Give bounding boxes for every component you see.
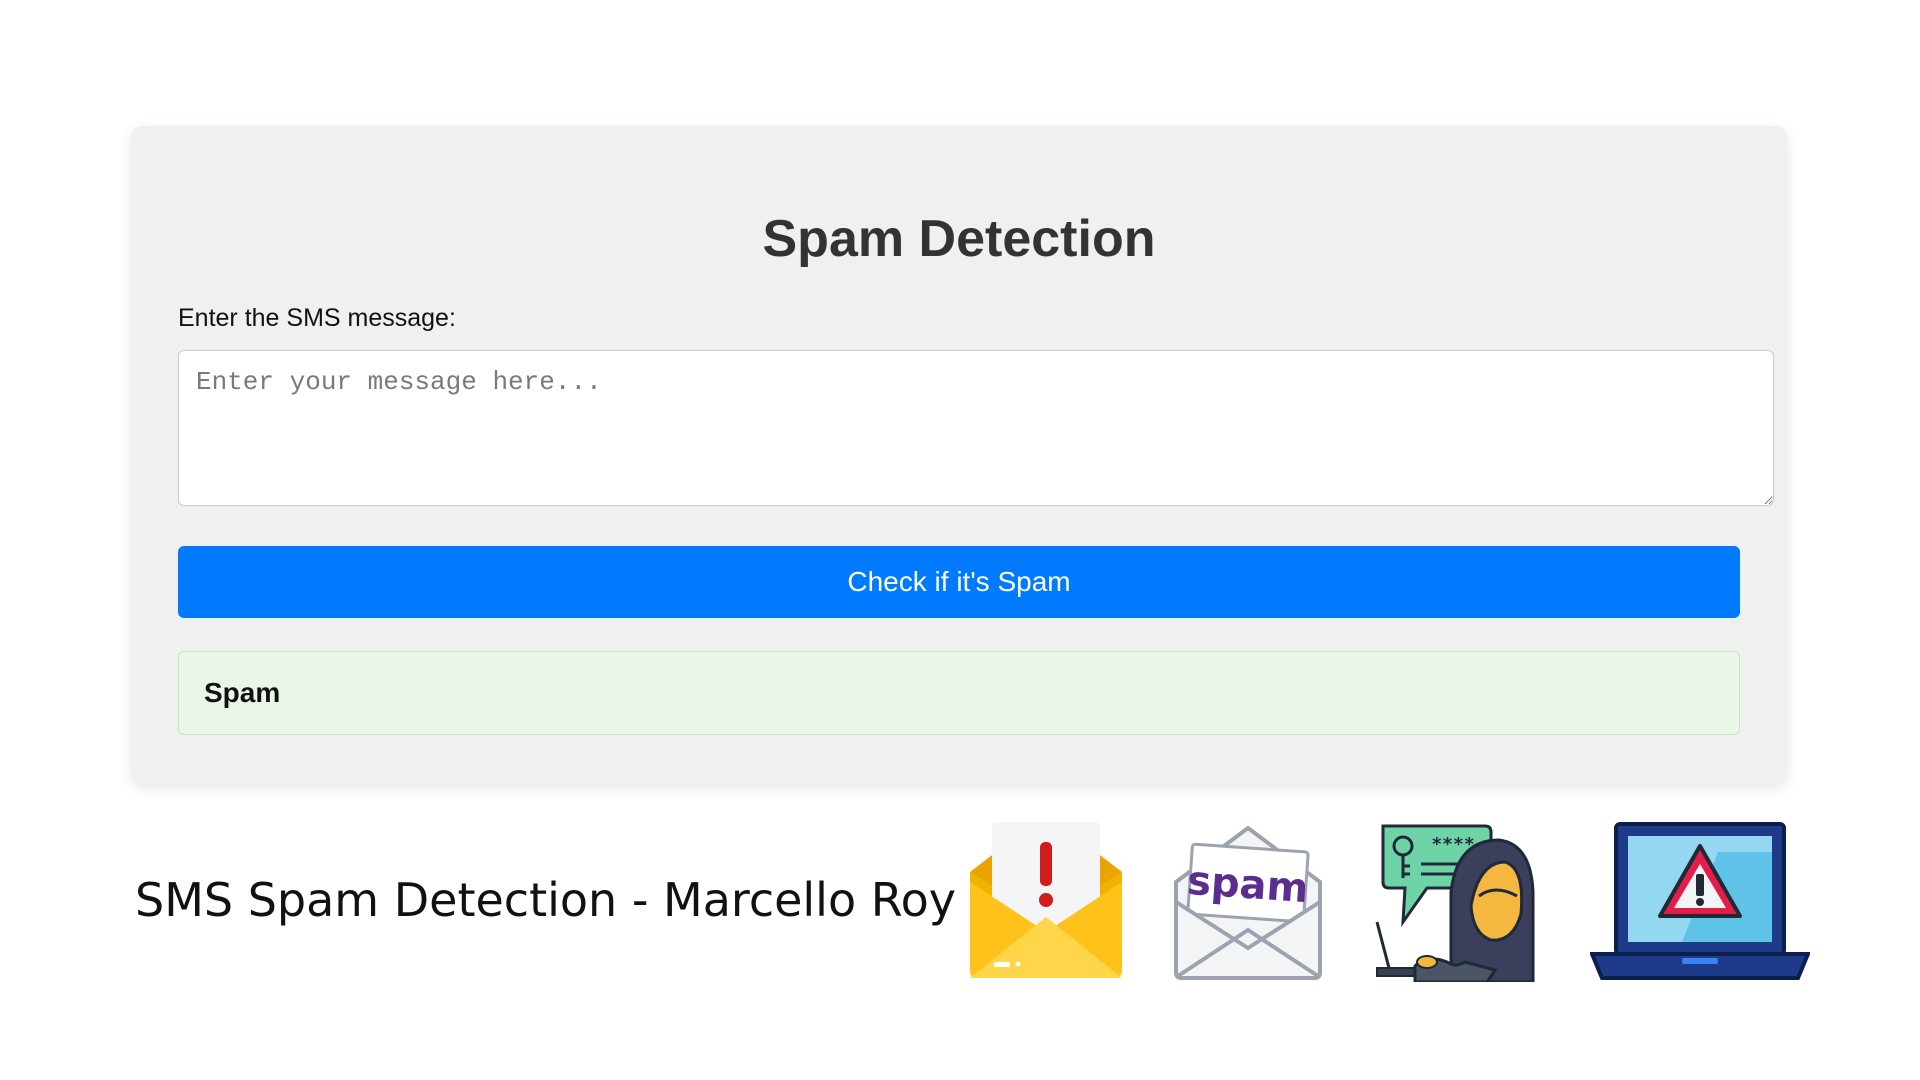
caption-text: SMS Spam Detection - Marcello Roy	[135, 873, 956, 927]
sms-message-label: Enter the SMS message:	[178, 304, 456, 332]
spam-envelope-icon: spam	[1172, 822, 1324, 982]
hacker-icon: ****	[1375, 822, 1535, 982]
result-text: Spam	[204, 677, 281, 708]
sms-message-input[interactable]	[178, 350, 1774, 506]
laptop-warning-icon	[1590, 822, 1810, 982]
check-spam-button[interactable]: Check if it's Spam	[178, 546, 1740, 618]
page-title: Spam Detection	[762, 210, 1156, 268]
result-box: Spam	[178, 651, 1740, 735]
svg-text:spam: spam	[1186, 858, 1310, 912]
envelope-alert-icon	[966, 822, 1126, 982]
